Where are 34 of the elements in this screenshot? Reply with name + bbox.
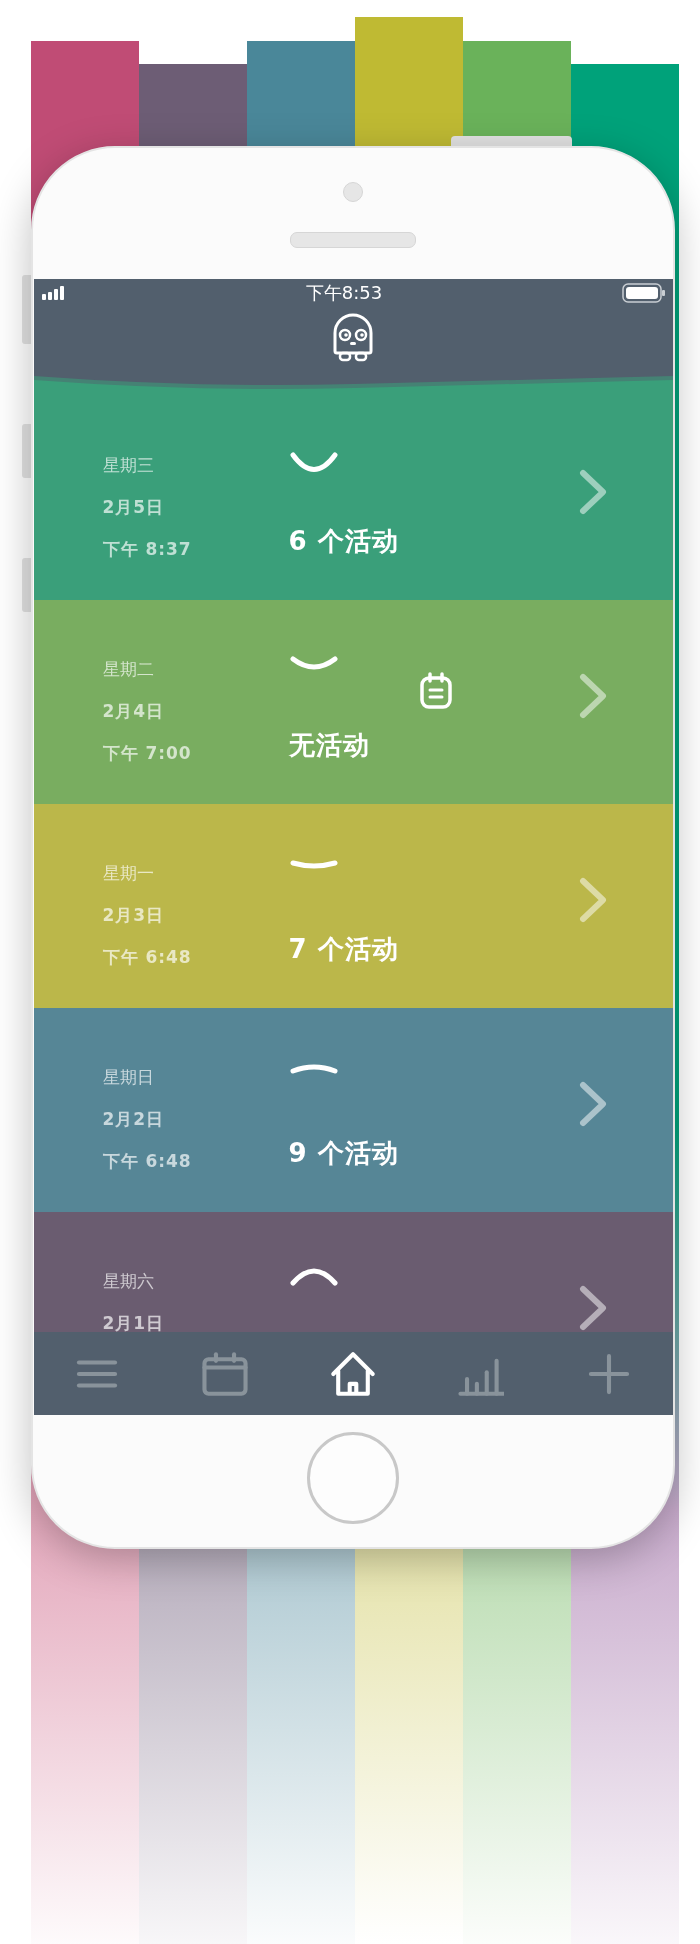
day-row[interactable]: 星期六 2月1日	[33, 1212, 673, 1332]
activity-count: 6 个活动	[288, 525, 399, 558]
signal-icon	[41, 286, 66, 300]
calendar-icon	[202, 1350, 249, 1397]
day-row[interactable]: 星期二 2月4日 下午 7:00 无活动	[33, 600, 673, 804]
time-label: 下午 8:37	[102, 538, 192, 561]
activity-count: 无活动	[288, 729, 370, 762]
ghost-logo-icon	[331, 313, 375, 363]
date-label: 2月5日	[102, 496, 165, 519]
date-label: 2月3日	[102, 904, 165, 927]
home-icon	[330, 1350, 376, 1397]
weekday-label: 星期一	[102, 862, 154, 885]
activity-count: 7 个活动	[288, 933, 399, 966]
time-label: 下午 6:48	[102, 946, 192, 969]
date-label: 2月4日	[102, 700, 165, 723]
chevron-right-icon	[578, 877, 607, 923]
chevron-right-icon	[578, 673, 607, 719]
weekday-label: 星期六	[102, 1270, 154, 1293]
time-label: 下午 6:48	[102, 1150, 192, 1173]
day-row[interactable]: 星期一 2月3日 下午 6:48 7 个活动	[33, 804, 673, 1008]
weekday-label: 星期三	[102, 454, 154, 477]
chevron-right-icon	[578, 1081, 607, 1127]
chevron-right-icon	[578, 1285, 607, 1331]
date-label: 2月2日	[102, 1108, 165, 1131]
weekday-label: 星期日	[102, 1066, 154, 1089]
phone-camera	[343, 182, 363, 202]
date-label: 2月1日	[102, 1312, 165, 1332]
activity-count: 9 个活动	[288, 1137, 399, 1170]
day-row[interactable]: 星期日 2月2日 下午 6:48 9 个活动	[33, 1008, 673, 1212]
chevron-right-icon	[578, 469, 607, 515]
time-label: 下午 7:00	[102, 742, 192, 765]
battery-icon	[622, 283, 667, 303]
weekday-label: 星期二	[102, 658, 154, 681]
status-time: 下午8:53	[305, 281, 383, 305]
